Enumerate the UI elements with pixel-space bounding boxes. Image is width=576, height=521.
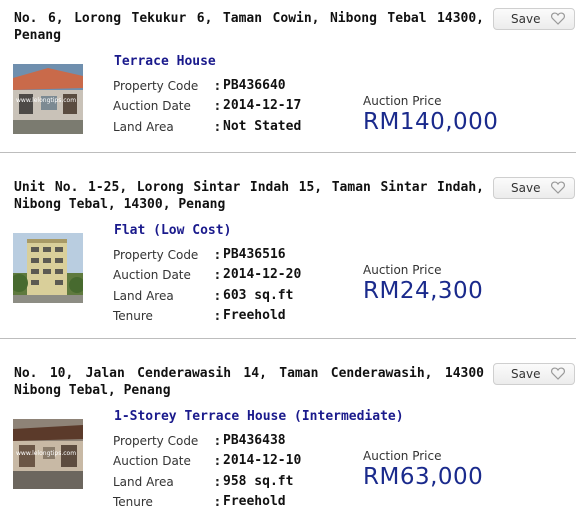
auction-date-value: 2014-12-20 bbox=[223, 267, 302, 282]
field-colon: : bbox=[215, 434, 220, 448]
field-colon: : bbox=[215, 99, 220, 113]
field-colon: : bbox=[215, 289, 220, 303]
listing-card: Unit No. 1-25, Lorong Sintar Indah 15, T… bbox=[0, 153, 576, 338]
heart-icon bbox=[551, 181, 565, 194]
field-label: Land Area bbox=[113, 475, 174, 489]
auction-price-label: Auction Price bbox=[363, 449, 442, 463]
field-label: Auction Date bbox=[113, 99, 191, 113]
property-code-value: PB436516 bbox=[223, 247, 286, 262]
field-label: Land Area bbox=[113, 120, 174, 134]
auction-price-value: RM24,300 bbox=[363, 278, 484, 304]
heart-icon bbox=[551, 367, 565, 380]
field-label: Auction Date bbox=[113, 268, 191, 282]
property-type-link[interactable]: Flat (Low Cost) bbox=[114, 223, 231, 238]
field-colon: : bbox=[215, 248, 220, 262]
auction-date-value: 2014-12-10 bbox=[223, 453, 302, 468]
field-label: Tenure bbox=[113, 309, 153, 323]
field-colon: : bbox=[215, 268, 220, 282]
save-button-label: Save bbox=[511, 181, 541, 195]
field-colon: : bbox=[215, 495, 220, 509]
field-colon: : bbox=[215, 79, 220, 93]
property-type-link[interactable]: Terrace House bbox=[114, 54, 216, 69]
auction-price-value: RM140,000 bbox=[363, 109, 499, 135]
property-type-link[interactable]: 1-Storey Terrace House (Intermediate) bbox=[114, 409, 404, 424]
heart-icon bbox=[551, 12, 565, 25]
field-colon: : bbox=[215, 309, 220, 323]
field-colon: : bbox=[215, 120, 220, 134]
land-area-value: 603 sq.ft bbox=[223, 288, 294, 303]
property-code-value: PB436438 bbox=[223, 433, 286, 448]
field-colon: : bbox=[215, 475, 220, 489]
auction-price-label: Auction Price bbox=[363, 94, 442, 108]
listing-address[interactable]: No. 6, Lorong Tekukur 6, Taman Cowin, Ni… bbox=[14, 10, 484, 44]
field-colon: : bbox=[215, 454, 220, 468]
save-button[interactable]: Save bbox=[493, 363, 575, 385]
property-thumbnail[interactable]: www.lelongtips.com bbox=[13, 419, 83, 489]
land-area-value: 958 sq.ft bbox=[223, 474, 294, 489]
field-label: Tenure bbox=[113, 495, 153, 509]
save-button-label: Save bbox=[511, 367, 541, 381]
field-label: Land Area bbox=[113, 289, 174, 303]
field-label: Auction Date bbox=[113, 454, 191, 468]
tenure-value: Freehold bbox=[223, 494, 286, 509]
listing-address[interactable]: Unit No. 1-25, Lorong Sintar Indah 15, T… bbox=[14, 179, 484, 213]
field-label: Property Code bbox=[113, 248, 199, 262]
property-thumbnail[interactable] bbox=[13, 233, 83, 303]
save-button-label: Save bbox=[511, 12, 541, 26]
land-area-value: Not Stated bbox=[223, 119, 302, 134]
tenure-value: Freehold bbox=[223, 308, 286, 323]
listing-address[interactable]: No. 10, Jalan Cenderawasih 14, Taman Cen… bbox=[14, 365, 484, 399]
auction-price-value: RM63,000 bbox=[363, 464, 484, 490]
auction-date-value: 2014-12-17 bbox=[223, 98, 302, 113]
thumbnail-watermark: www.lelongtips.com bbox=[16, 450, 76, 457]
save-button[interactable]: Save bbox=[493, 177, 575, 199]
field-label: Property Code bbox=[113, 79, 199, 93]
thumbnail-watermark: www.lelongtips.com bbox=[16, 97, 76, 104]
field-label: Property Code bbox=[113, 434, 199, 448]
listing-card: No. 10, Jalan Cenderawasih 14, Taman Cen… bbox=[0, 339, 576, 521]
property-code-value: PB436640 bbox=[223, 78, 286, 93]
property-thumbnail[interactable]: www.lelongtips.com bbox=[13, 64, 83, 134]
auction-price-label: Auction Price bbox=[363, 263, 442, 277]
save-button[interactable]: Save bbox=[493, 8, 575, 30]
listing-card: No. 6, Lorong Tekukur 6, Taman Cowin, Ni… bbox=[0, 0, 576, 152]
